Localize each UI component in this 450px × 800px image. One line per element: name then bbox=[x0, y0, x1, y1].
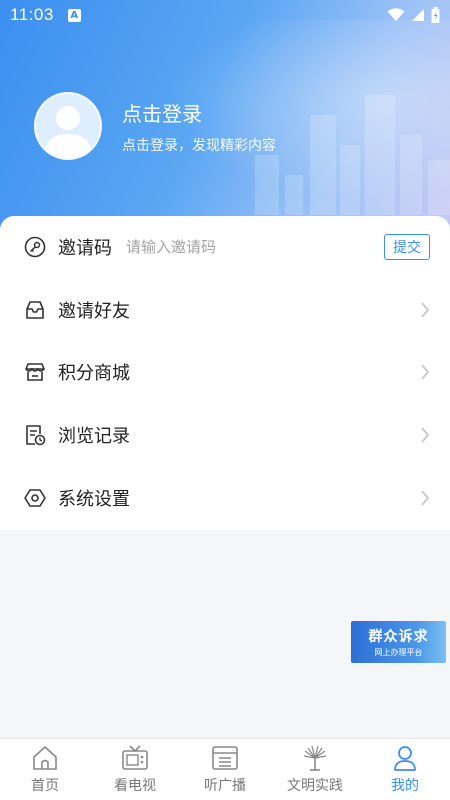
invite-code-row: 邀请码 提交 bbox=[0, 216, 450, 279]
nav-item-home[interactable]: 首页 bbox=[0, 744, 90, 795]
invite-code-input[interactable] bbox=[126, 238, 326, 257]
tv-icon bbox=[121, 744, 149, 772]
menu-item-points-mall[interactable]: 积分商城 bbox=[0, 341, 450, 404]
skyline-building bbox=[310, 115, 336, 215]
appeal-subtitle: 网上办理平台 bbox=[374, 648, 423, 657]
store-icon bbox=[24, 361, 46, 383]
status-bar: 11:03 A bbox=[0, 0, 450, 30]
login-profile[interactable]: 点击登录 点击登录，发现精彩内容 bbox=[34, 92, 276, 160]
wifi-icon bbox=[387, 8, 405, 21]
submit-button[interactable]: 提交 bbox=[384, 234, 430, 261]
skyline-building bbox=[340, 145, 360, 215]
nav-item-mine[interactable]: 我的 bbox=[360, 744, 450, 795]
public-appeal-badge[interactable]: 群众诉求 网上办理平台 bbox=[351, 621, 446, 663]
signal-icon bbox=[412, 9, 424, 21]
menu-item-invite-friends[interactable]: 邀请好友 bbox=[0, 279, 450, 342]
menu-item-browsing-history[interactable]: 浏览记录 bbox=[0, 404, 450, 467]
login-subtitle: 点击登录，发现精彩内容 bbox=[122, 137, 276, 154]
chevron-right-icon bbox=[421, 364, 430, 381]
radio-icon bbox=[211, 744, 239, 772]
chevron-right-icon bbox=[421, 302, 430, 318]
nav-label: 我的 bbox=[391, 778, 419, 794]
avatar[interactable] bbox=[34, 92, 102, 160]
nav-label: 文明实践 bbox=[287, 778, 343, 794]
nav-label: 看电视 bbox=[114, 778, 156, 794]
menu-item-label: 积分商城 bbox=[58, 363, 130, 385]
invite-code-label: 邀请码 bbox=[58, 238, 112, 260]
menu-card: 邀请码 提交 邀请好友 积分商城 bbox=[0, 216, 450, 530]
notification-icon: A bbox=[67, 8, 81, 22]
user-icon bbox=[391, 744, 419, 772]
nav-item-tv[interactable]: 看电视 bbox=[90, 744, 180, 795]
skyline-building bbox=[428, 160, 450, 215]
appeal-title: 群众诉求 bbox=[368, 629, 429, 645]
key-icon bbox=[24, 236, 46, 258]
chevron-right-icon bbox=[421, 427, 430, 443]
nav-item-radio[interactable]: 听广播 bbox=[180, 744, 270, 795]
history-icon bbox=[24, 424, 46, 446]
mail-icon bbox=[24, 299, 46, 321]
civic-icon bbox=[301, 744, 329, 772]
menu-item-label: 系统设置 bbox=[58, 488, 130, 510]
menu-item-label: 浏览记录 bbox=[58, 426, 130, 448]
skyline-building bbox=[400, 135, 422, 215]
nav-item-civic-practice[interactable]: 文明实践 bbox=[270, 744, 360, 795]
login-title[interactable]: 点击登录 bbox=[122, 98, 276, 127]
settings-icon bbox=[24, 487, 46, 509]
status-time: 11:03 bbox=[10, 5, 54, 24]
default-avatar-icon bbox=[44, 106, 92, 158]
battery-icon bbox=[431, 7, 440, 23]
chevron-right-icon bbox=[421, 490, 430, 506]
skyline-building bbox=[255, 155, 279, 215]
menu-item-label: 邀请好友 bbox=[58, 300, 130, 322]
skyline-building bbox=[365, 95, 395, 215]
menu-item-system-settings[interactable]: 系统设置 bbox=[0, 466, 450, 529]
bottom-nav: 首页 看电视 听广播 文明实践 我的 bbox=[0, 738, 450, 800]
home-icon bbox=[31, 744, 59, 772]
skyline-building bbox=[285, 175, 303, 215]
nav-label: 首页 bbox=[31, 778, 59, 794]
nav-label: 听广播 bbox=[204, 778, 246, 794]
